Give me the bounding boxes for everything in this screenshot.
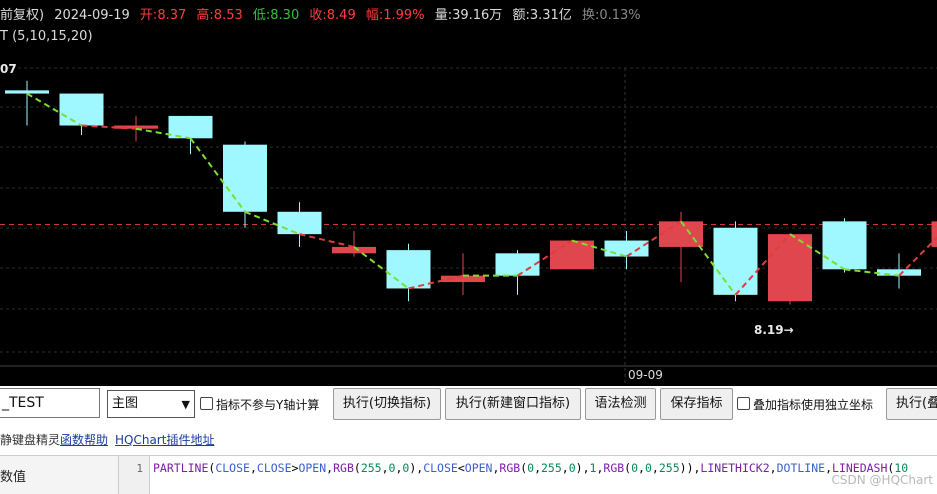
indicator-toolbar: _TEST 主图 ▼ 指标不参与Y轴计算 执行(切换指标) 执行(新建窗口指标)… [0, 387, 937, 424]
amount-value: 3.31亿 [530, 8, 572, 23]
min-price-marker: 8.19→ [754, 323, 794, 337]
editor-side-panel: 数值 [0, 456, 118, 494]
kline-chart[interactable]: 前复权) 2024-09-19 开:8.37 高:8.53 低:8.30 收:8… [0, 0, 937, 386]
candle-body [823, 221, 867, 269]
volume: 量:39.16万 [435, 8, 503, 23]
quote-date: 2024-09-19 [54, 8, 130, 23]
window-select-value: 主图 [112, 396, 138, 411]
change-label: 幅: [366, 8, 383, 23]
execute-new-window-button[interactable]: 执行(新建窗口指标) [445, 388, 581, 420]
date-axis-label: 09-09 [628, 368, 663, 382]
close-value: 8.49 [327, 8, 356, 23]
change-rate: 幅:1.99% [366, 8, 425, 23]
close-label: 收: [309, 8, 326, 23]
indicator-title: T (5,10,15,20) [0, 29, 93, 44]
execute-overlay-button[interactable]: 执行(叠 [886, 388, 937, 420]
help-links: 静键盘精灵 函数帮助 HQChart插件地址 [0, 428, 937, 450]
candle-body [768, 234, 812, 301]
turnover-value: 0.13% [599, 8, 640, 23]
candle-body [387, 250, 431, 288]
candle-body [714, 228, 758, 295]
amount: 额:3.31亿 [512, 8, 571, 23]
quote-header: 前复权) 2024-09-19 开:8.37 高:8.53 低:8.30 收:8… [0, 4, 647, 23]
low-label: 低: [253, 8, 270, 23]
execute-switch-button[interactable]: 执行(切换指标) [333, 388, 441, 420]
plugin-address-link[interactable]: HQChart插件地址 [115, 431, 214, 448]
candle-body [605, 241, 649, 257]
turnover-label: 换: [582, 8, 599, 23]
close-price: 收:8.49 [309, 8, 355, 23]
overlay-independent-axis-checkbox[interactable] [737, 397, 750, 410]
syntax-check-button[interactable]: 语法检测 [585, 388, 656, 420]
line-number-gutter: 1 [118, 456, 150, 494]
turnover: 换:0.13% [582, 8, 641, 23]
chevron-down-icon: ▼ [182, 392, 190, 418]
function-help-link[interactable]: 函数帮助 [60, 431, 108, 448]
high-value: 8.53 [214, 8, 243, 23]
formula-editor: 数值 1 PARTLINE(CLOSE,CLOSE>OPEN,RGB(255,0… [0, 455, 937, 494]
candle-body [932, 221, 937, 247]
keyboard-wizard-label: 静键盘精灵 [0, 431, 60, 448]
save-indicator-button[interactable]: 保存指标 [660, 388, 733, 420]
candle-body [496, 253, 540, 275]
y-axis-exclude-label: 指标不参与Y轴计算 [216, 396, 319, 413]
window-select[interactable]: 主图 ▼ [107, 390, 195, 418]
max-price-label: 07 [0, 62, 17, 76]
low-value: 8.30 [270, 8, 299, 23]
high-price: 高:8.53 [196, 8, 242, 23]
amount-label: 额: [512, 8, 529, 23]
line-number: 1 [136, 462, 143, 475]
open-value: 8.37 [157, 8, 186, 23]
overlay-independent-axis-label: 叠加指标使用独立坐标 [753, 396, 873, 413]
open-price: 开:8.37 [140, 8, 186, 23]
kline-canvas[interactable] [0, 0, 937, 386]
change-value: 1.99% [383, 8, 424, 23]
candle-body [169, 116, 213, 138]
candle-body [278, 212, 322, 234]
close-partline-segment [300, 234, 355, 247]
watermark: CSDN @HQChart [832, 473, 933, 487]
low-price: 低:8.30 [253, 8, 299, 23]
candle-body [659, 221, 703, 247]
volume-value: 39.16万 [452, 8, 502, 23]
volume-label: 量: [435, 8, 452, 23]
candle-body [223, 145, 267, 212]
code-line[interactable]: PARTLINE(CLOSE,CLOSE>OPEN,RGB(255,0,0),C… [153, 461, 908, 475]
y-axis-exclude-checkbox[interactable] [200, 397, 213, 410]
indicator-name-input[interactable]: _TEST [0, 388, 100, 418]
candle-body [60, 94, 104, 126]
high-label: 高: [196, 8, 213, 23]
candle-body [5, 90, 49, 93]
editor-side-label: 数值 [0, 466, 26, 485]
open-label: 开: [140, 8, 157, 23]
chart-title-fragment: 前复权) [0, 8, 44, 23]
